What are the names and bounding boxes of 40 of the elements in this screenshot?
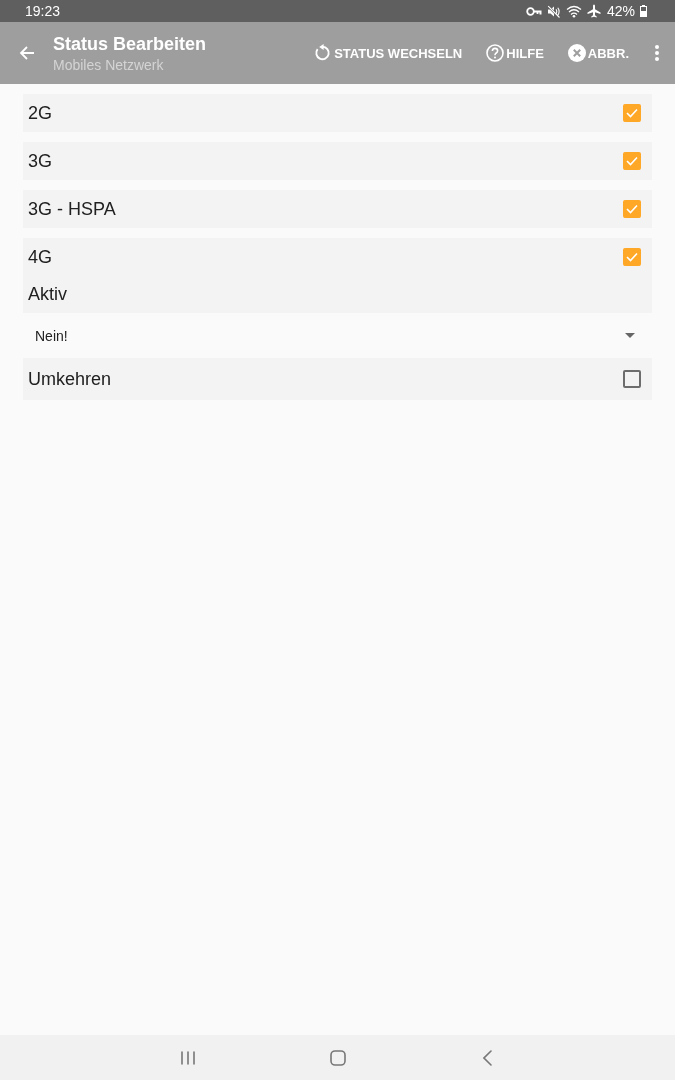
clock-time: 19:23 — [25, 3, 61, 19]
setting-row[interactable]: 3G - HSPA — [23, 190, 652, 228]
cancel-icon — [567, 44, 586, 62]
checkbox[interactable] — [623, 248, 641, 266]
checkmark-icon — [626, 108, 638, 118]
checkbox[interactable] — [623, 200, 641, 218]
setting-row[interactable]: 3G — [23, 142, 652, 180]
mute-icon — [546, 4, 561, 18]
checkbox[interactable] — [623, 370, 641, 388]
setting-label: Aktiv — [28, 284, 67, 305]
setting-row[interactable]: 4G — [23, 238, 652, 276]
home-icon — [329, 1049, 346, 1066]
setting-label: Umkehren — [28, 368, 112, 390]
dropdown-field[interactable]: Nein! — [23, 313, 652, 358]
back-button[interactable] — [18, 44, 36, 62]
dropdown-value: Nein! — [35, 327, 68, 344]
key-icon — [525, 6, 542, 16]
home-button[interactable] — [327, 1047, 348, 1068]
setting-label: 3G — [28, 150, 52, 172]
overflow-menu-icon — [655, 45, 659, 61]
screen-title: Status Bearbeiten — [53, 32, 208, 55]
setting-row[interactable]: Umkehren — [23, 358, 652, 400]
checkmark-icon — [626, 252, 638, 262]
setting-label: 2G — [28, 102, 52, 124]
recent-apps-icon — [180, 1050, 195, 1065]
wifi-icon — [565, 4, 582, 18]
back-arrow-icon — [19, 45, 35, 61]
checkmark-icon — [626, 156, 638, 166]
battery-percent: 42% — [606, 3, 635, 19]
help-icon — [486, 44, 505, 62]
checkbox[interactable] — [623, 152, 641, 170]
checkbox[interactable] — [623, 104, 641, 122]
setting-label: 4G — [28, 246, 52, 268]
battery-icon — [640, 5, 647, 17]
chevron-left-icon — [483, 1049, 492, 1066]
setting-label: 3G - HSPA — [28, 198, 116, 220]
setting-row[interactable]: 2G — [23, 94, 652, 132]
dropdown-caret-icon — [625, 333, 635, 338]
checkmark-icon — [626, 204, 638, 214]
airplane-icon — [586, 4, 601, 18]
